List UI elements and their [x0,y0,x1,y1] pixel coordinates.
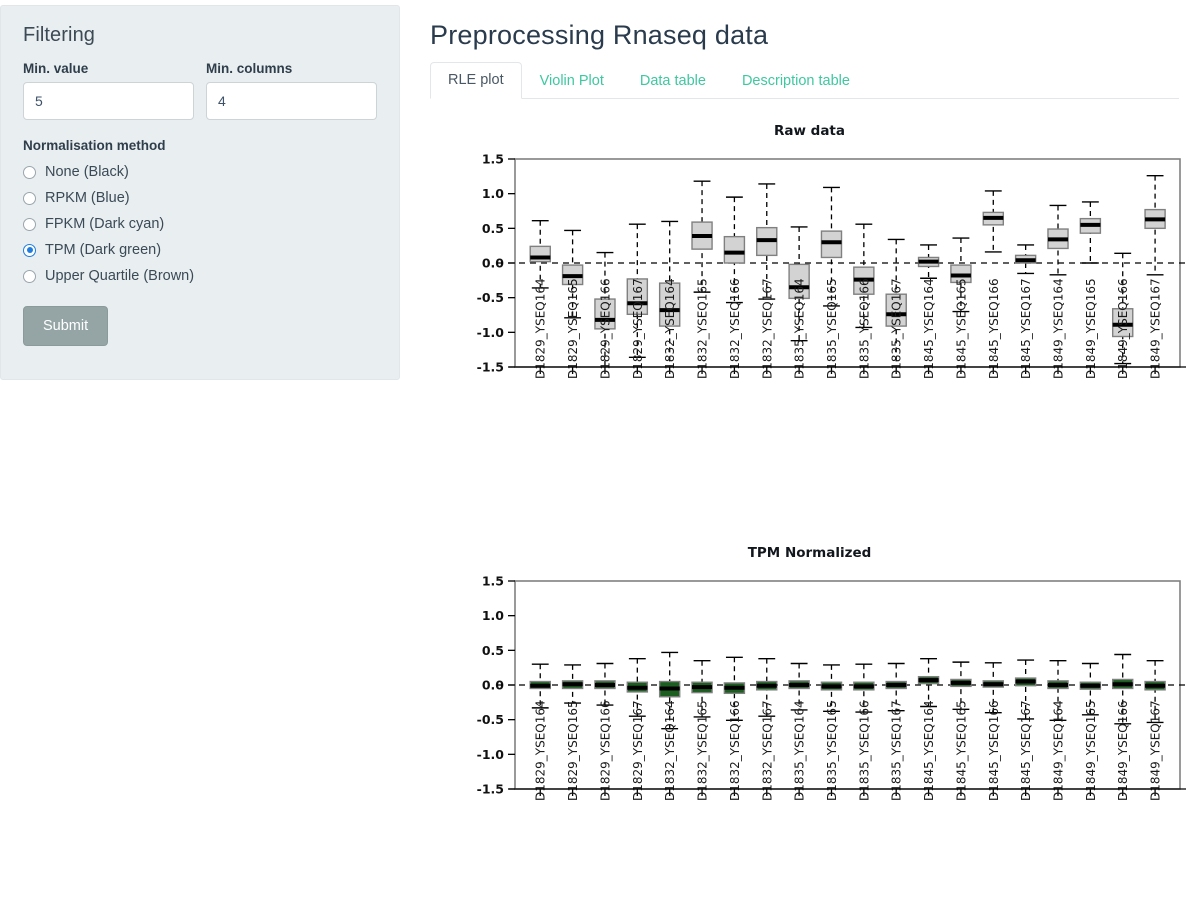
tab-bar: RLE plot Violin Plot Data table Descript… [430,62,1179,99]
svg-text:D1849_YSEQ165: D1849_YSEQ165 [1084,700,1098,801]
svg-text:-1.0: -1.0 [477,325,505,340]
svg-text:D1829_YSEQ167: D1829_YSEQ167 [631,700,645,801]
normalisation-method-label: Normalisation method [23,138,166,153]
radio-icon-rpkm[interactable] [23,191,36,205]
filtering-panel: Filtering Min. value Min. columns Normal… [0,5,400,380]
radio-icon-none[interactable] [23,165,36,179]
min-columns-field-group: Min. columns [206,61,377,120]
svg-text:D1849_YSEQ167: D1849_YSEQ167 [1149,278,1163,379]
min-columns-input[interactable] [206,82,377,120]
svg-text:D1835_YSEQ167: D1835_YSEQ167 [890,278,904,379]
svg-text:-1.5: -1.5 [477,782,504,797]
raw-data-chart: Raw data 1.5 1.0 0.5 0.0 -0.5 -1.0 -1.5 D1829_YS… [430,121,1186,521]
submit-button[interactable]: Submit [23,306,109,346]
svg-text:0.5: 0.5 [482,643,504,658]
svg-text:D1832_YSEQ166: D1832_YSEQ166 [728,700,742,801]
min-columns-label: Min. columns [206,61,293,76]
svg-text:D1835_YSEQ164: D1835_YSEQ164 [793,700,807,801]
radio-icon-upper-quartile[interactable] [23,269,36,283]
tab-violin-plot[interactable]: Violin Plot [522,63,622,99]
panel-title: Filtering [23,24,96,46]
radio-icon-fpkm[interactable] [23,217,36,231]
app-root: Filtering Min. value Min. columns Normal… [0,0,1189,906]
svg-text:D1845_YSEQ167: D1845_YSEQ167 [1019,278,1033,379]
radio-option-tpm[interactable]: TPM (Dark green) [23,237,377,263]
svg-text:D1829_YSEQ166: D1829_YSEQ166 [598,700,612,801]
svg-text:D1829_YSEQ164: D1829_YSEQ164 [534,278,548,379]
radio-label-none: None (Black) [45,164,129,180]
svg-text:D1845_YSEQ164: D1845_YSEQ164 [922,700,936,801]
svg-text:D1829_YSEQ166: D1829_YSEQ166 [598,278,612,379]
svg-text:D1832_YSEQ165: D1832_YSEQ165 [696,700,710,801]
min-value-field-group: Min. value [23,61,194,120]
svg-text:D1829_YSEQ167: D1829_YSEQ167 [631,278,645,379]
radio-option-rpkm[interactable]: RPKM (Blue) [23,185,377,211]
svg-text:D1849_YSEQ164: D1849_YSEQ164 [1052,700,1066,801]
svg-text:-1.0: -1.0 [477,747,505,762]
radio-label-tpm: TPM (Dark green) [45,242,162,258]
svg-text:D1832_YSEQ165: D1832_YSEQ165 [696,278,710,379]
svg-text:D1829_YSEQ165: D1829_YSEQ165 [566,278,580,379]
tpm-normalized-chart: TPM Normalized 1.5 1.0 0.5 0.0 -0.5 -1.0 -1.5 D1… [430,543,1186,906]
svg-text:-1.5: -1.5 [477,360,504,375]
svg-text:D1849_YSEQ166: D1849_YSEQ166 [1116,700,1130,801]
svg-text:D1835_YSEQ166: D1835_YSEQ166 [857,700,871,801]
svg-text:D1849_YSEQ167: D1849_YSEQ167 [1149,700,1163,801]
radio-option-none[interactable]: None (Black) [23,159,377,185]
svg-text:D1849_YSEQ165: D1849_YSEQ165 [1084,278,1098,379]
svg-text:1.5: 1.5 [482,574,504,589]
svg-text:D1835_YSEQ166: D1835_YSEQ166 [857,278,871,379]
tab-rle-plot[interactable]: RLE plot [430,62,522,99]
svg-text:D1849_YSEQ164: D1849_YSEQ164 [1052,278,1066,379]
svg-text:D1835_YSEQ167: D1835_YSEQ167 [890,700,904,801]
svg-text:1.0: 1.0 [482,186,504,201]
svg-text:1.5: 1.5 [482,152,504,167]
svg-text:Raw data: Raw data [774,123,845,139]
svg-text:-0.5: -0.5 [477,712,504,727]
min-value-input[interactable] [23,82,194,120]
radio-icon-tpm[interactable] [23,243,36,257]
svg-text:D1832_YSEQ167: D1832_YSEQ167 [760,278,774,379]
svg-text:D1849_YSEQ166: D1849_YSEQ166 [1116,278,1130,379]
svg-text:1.0: 1.0 [482,608,504,623]
svg-text:D1845_YSEQ166: D1845_YSEQ166 [987,278,1001,379]
svg-text:D1832_YSEQ166: D1832_YSEQ166 [728,278,742,379]
radio-label-rpkm: RPKM (Blue) [45,190,130,206]
svg-text:D1835_YSEQ165: D1835_YSEQ165 [825,278,839,379]
svg-text:D1845_YSEQ165: D1845_YSEQ165 [954,700,968,801]
svg-text:D1845_YSEQ167: D1845_YSEQ167 [1019,700,1033,801]
filter-fields: Min. value Min. columns [23,61,377,120]
svg-text:D1845_YSEQ164: D1845_YSEQ164 [922,278,936,379]
tpm-normalized-boxplot-svg: TPM Normalized1.51.00.50.0-0.5-1.0-1.5 D1… [477,545,1186,801]
radio-label-upper-quartile: Upper Quartile (Brown) [45,268,195,284]
svg-text:D1835_YSEQ164: D1835_YSEQ164 [793,278,807,379]
svg-text:D1832_YSEQ164: D1832_YSEQ164 [663,278,677,379]
radio-option-upper-quartile[interactable]: Upper Quartile (Brown) [23,263,377,289]
radio-option-fpkm[interactable]: FPKM (Dark cyan) [23,211,377,237]
svg-text:-0.5: -0.5 [477,290,504,305]
page-title: Preprocessing Rnaseq data [430,20,769,50]
radio-label-fpkm: FPKM (Dark cyan) [45,216,165,232]
main-content: Preprocessing Rnaseq data RLE plot Violi… [420,0,1189,906]
svg-text:D1832_YSEQ164: D1832_YSEQ164 [663,700,677,801]
svg-text:TPM Normalized: TPM Normalized [748,545,872,561]
svg-text:D1845_YSEQ166: D1845_YSEQ166 [987,700,1001,801]
svg-text:D1845_YSEQ165: D1845_YSEQ165 [954,278,968,379]
min-value-label: Min. value [23,61,89,76]
tab-data-table[interactable]: Data table [622,63,724,99]
svg-text:D1835_YSEQ165: D1835_YSEQ165 [825,700,839,801]
svg-text:D1829_YSEQ165: D1829_YSEQ165 [566,700,580,801]
raw-data-boxplot-svg: Raw data1.51.00.50.0-0.5-1.0-1.5 D1829_YS… [477,123,1186,379]
tab-description-table[interactable]: Description table [724,63,868,99]
svg-text:D1829_YSEQ164: D1829_YSEQ164 [534,700,548,801]
svg-text:0.5: 0.5 [482,221,504,236]
svg-text:D1832_YSEQ167: D1832_YSEQ167 [760,700,774,801]
